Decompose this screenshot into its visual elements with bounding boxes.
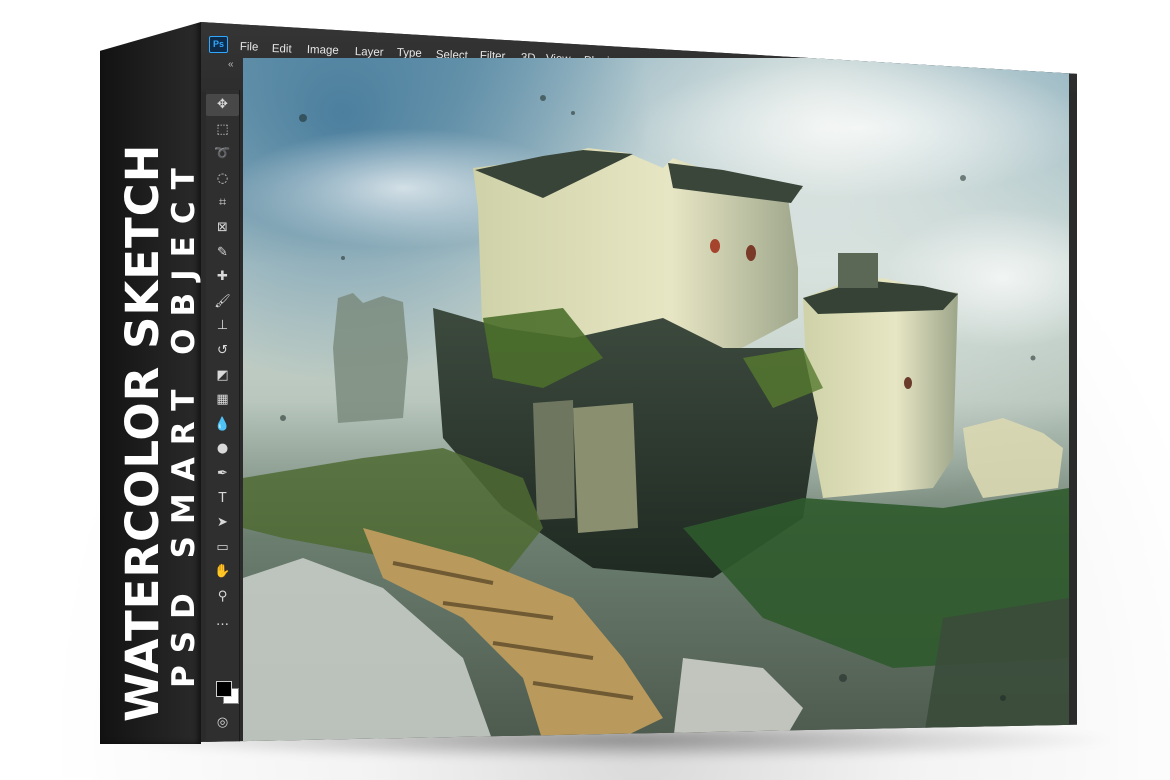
type-icon[interactable]: T (206, 488, 239, 510)
more-tools-icon[interactable]: … (206, 611, 239, 633)
tools-panel: ✥ ⬚➰ ◌⌗ ⊠ ✎✚ 🖌⊥ ↺ ◩▦ 💧● ✒ T➤ ▭✋ ⚲ … ◎ ▣ (206, 90, 240, 742)
brush-icon[interactable]: 🖌 (206, 291, 239, 313)
quick-selection-icon[interactable]: ◌ (206, 168, 239, 190)
eraser-icon[interactable]: ◩ (206, 365, 239, 387)
menu-item-image[interactable]: Image (307, 44, 339, 57)
pen-icon[interactable]: ✒ (206, 463, 239, 485)
dodge-icon[interactable]: ● (206, 438, 239, 460)
collapse-panels-icon[interactable]: « (228, 59, 234, 70)
history-brush-icon[interactable]: ↺ (206, 340, 239, 362)
rectangle-shape-icon[interactable]: ▭ (206, 537, 239, 559)
zoom-icon[interactable]: ⚲ (206, 586, 239, 608)
hand-icon[interactable]: ✋ (206, 561, 239, 583)
foreground-color-swatch[interactable] (216, 681, 232, 697)
frame-icon[interactable]: ⊠ (206, 217, 239, 239)
rectangular-marquee-icon[interactable]: ⬚ (206, 119, 239, 141)
path-selection-icon[interactable]: ➤ (206, 512, 239, 534)
spine-subtitle: PSD SMART OBJECT (166, 156, 202, 688)
lasso-icon[interactable]: ➰ (206, 143, 239, 165)
document-canvas[interactable] (243, 58, 1069, 742)
photoshop-logo-icon: Ps (209, 36, 228, 53)
gradient-icon[interactable]: ▦ (206, 389, 239, 411)
clone-stamp-icon[interactable]: ⊥ (206, 315, 239, 337)
blur-icon[interactable]: 💧 (206, 414, 239, 436)
menu-item-edit[interactable]: Edit (272, 43, 292, 56)
castle-painting (243, 58, 1069, 742)
screen-mode-icon[interactable]: ▣ (206, 736, 239, 742)
healing-brush-icon[interactable]: ✚ (206, 266, 239, 288)
eyedropper-icon[interactable]: ✎ (206, 242, 239, 264)
quick-mask-icon[interactable]: ◎ (206, 712, 239, 734)
move-icon[interactable]: ✥ (206, 94, 239, 116)
photoshop-window: Ps FileEditImageLayerTypeSelectFilter3DV… (201, 22, 1077, 742)
menu-item-file[interactable]: File (240, 41, 259, 54)
crop-icon[interactable]: ⌗ (206, 192, 239, 214)
spine-title: WATERCOLOR SKETCH (116, 143, 169, 722)
menu-item-layer[interactable]: Layer (355, 46, 384, 59)
